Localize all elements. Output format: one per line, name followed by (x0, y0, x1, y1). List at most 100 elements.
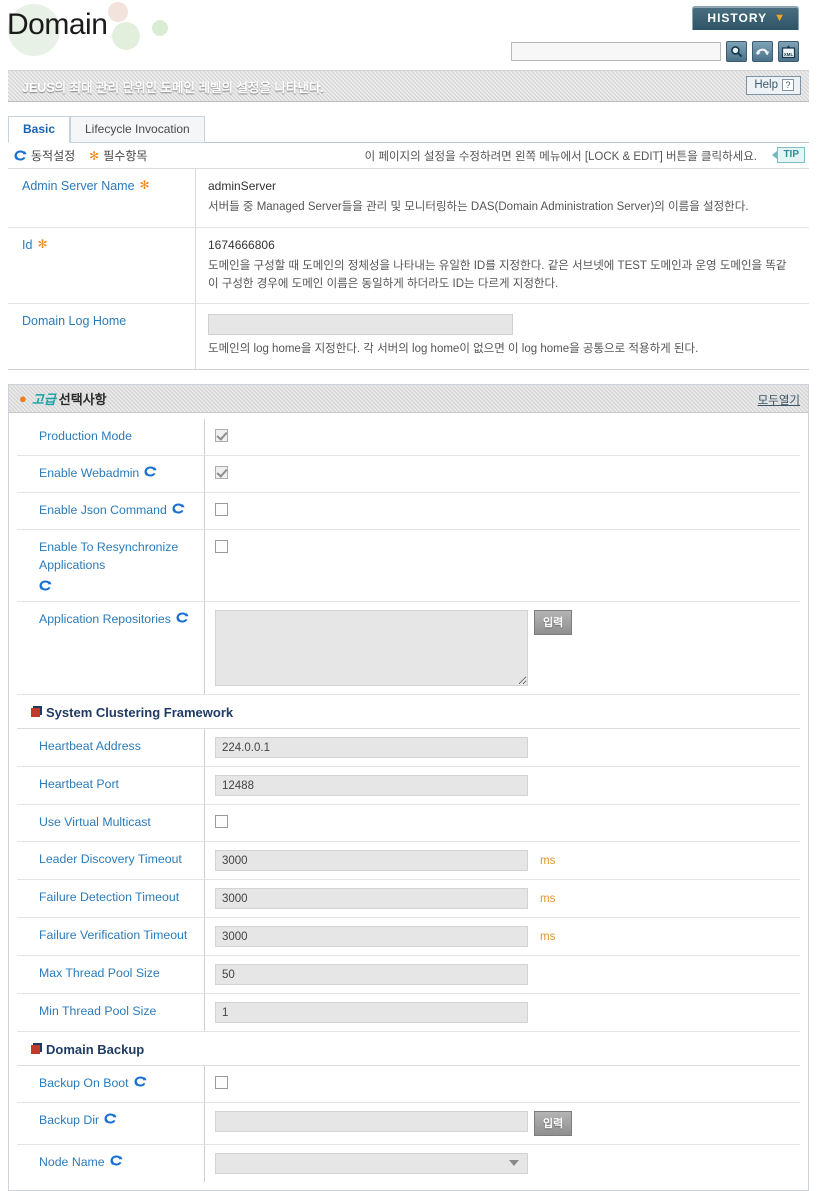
table-row: Id ✻ 1674666806 도메인을 구성할 때 도메인의 정체성을 나타내… (8, 227, 809, 305)
search-input[interactable] (511, 42, 721, 61)
tab-lifecycle-invocation-label: Lifecycle Invocation (85, 122, 190, 136)
field-control (205, 419, 800, 455)
field-row-failure-verification-timeout: Failure Verification Timeout ms (17, 918, 800, 957)
label-text: Backup Dir (39, 1113, 100, 1128)
field-row-enable-json-command: Enable Json Command (17, 492, 800, 530)
decorative-circle-small (152, 20, 168, 36)
field-label-domain-log-home: Domain Log Home (8, 304, 196, 370)
description-bar: JEUS의 최대 관리 단위인 도메인 레벨의 설정을 나타낸다. Help ? (8, 70, 809, 102)
dynamic-config-icon (110, 1154, 123, 1167)
help-label: Help (754, 79, 778, 91)
field-label-failure-verification-timeout: Failure Verification Timeout (17, 918, 205, 956)
field-value-admin-server-name: adminServer 서버들 중 Managed Server들을 관리 및 … (196, 169, 809, 227)
backup-dir-input-button[interactable]: 입력 (534, 1111, 573, 1137)
use-virtual-multicast-checkbox[interactable] (215, 815, 228, 829)
enable-to-resynchronize-applications-checkbox[interactable] (215, 539, 228, 553)
lightbulb-icon: ● (19, 391, 27, 407)
label-text: Backup On Boot (39, 1076, 129, 1091)
min-thread-pool-size-input[interactable] (215, 1002, 528, 1024)
help-button[interactable]: Help ? (746, 76, 801, 95)
application-repositories-textarea[interactable] (215, 610, 528, 687)
refresh-icon (755, 48, 770, 56)
leader-discovery-timeout-input[interactable] (215, 850, 528, 872)
max-thread-pool-size-input[interactable] (215, 964, 528, 986)
legend-required-label: 필수항목 (103, 149, 148, 163)
enable-webadmin-checkbox[interactable] (215, 466, 228, 480)
field-row-application-repositories: Application Repositories 입력 (17, 602, 800, 696)
table-row: Admin Server Name ✻ adminServer 서버들 중 Ma… (8, 169, 809, 228)
table-row: Domain Log Home 도메인의 log home을 지정한다. 각 서… (8, 304, 809, 370)
production-mode-checkbox[interactable] (215, 429, 228, 443)
required-asterisk-icon: ✻ (89, 148, 100, 163)
backup-dir-input[interactable] (215, 1111, 528, 1133)
required-asterisk-icon: ✻ (139, 178, 150, 192)
tab-lifecycle-invocation[interactable]: Lifecycle Invocation (70, 116, 205, 143)
field-label-backup-on-boot: Backup On Boot (17, 1066, 205, 1103)
label-text: Admin Server Name (22, 179, 135, 193)
page-title: Domain (7, 8, 108, 41)
field-label-backup-dir: Backup Dir (17, 1103, 205, 1145)
tip-badge[interactable]: TIP (772, 147, 805, 163)
field-label-id: Id ✻ (8, 227, 196, 304)
chevron-down-icon (509, 1160, 519, 1167)
section-title: System Clustering Framework (46, 705, 234, 721)
field-row-node-name: Node Name (17, 1145, 800, 1183)
label-text: Heartbeat Address (39, 739, 141, 754)
field-control (205, 729, 800, 766)
lock-edit-note: 이 페이지의 설정을 수정하려면 왼쪽 메뉴에서 [LOCK & EDIT] 버… (364, 151, 757, 163)
field-control (205, 493, 800, 529)
history-button[interactable]: HISTORY ▼ (692, 6, 799, 30)
field-label-enable-webadmin: Enable Webadmin (17, 456, 205, 492)
tab-basic[interactable]: Basic (8, 116, 71, 143)
advanced-options-header: ● 고급 선택사항 모두열기 (9, 385, 808, 414)
open-all-link[interactable]: 모두열기 (758, 392, 800, 408)
section-header-system-clustering-framework: System Clustering Framework (17, 695, 800, 730)
label-text: Id (22, 237, 33, 252)
dynamic-config-icon (133, 1075, 147, 1088)
field-label-heartbeat-port: Heartbeat Port (17, 767, 205, 805)
field-control (205, 530, 800, 602)
label-text: Domain Log Home (22, 314, 127, 329)
logo-area: Domain (0, 0, 330, 62)
description-text: JEUS의 최대 관리 단위인 도메인 레벨의 설정을 나타낸다. (22, 80, 324, 95)
node-name-select[interactable] (215, 1153, 528, 1175)
field-label-failure-detection-timeout: Failure Detection Timeout (17, 880, 205, 918)
label-text: Application Repositories (39, 612, 171, 627)
backup-on-boot-checkbox[interactable] (215, 1076, 228, 1090)
domain-log-home-input[interactable] (208, 314, 513, 336)
field-label-leader-discovery-timeout: Leader Discovery Timeout (17, 842, 205, 880)
search-button[interactable] (726, 41, 747, 62)
field-label-max-thread-pool-size: Max Thread Pool Size (17, 956, 205, 994)
enable-json-command-checkbox[interactable] (215, 502, 228, 516)
field-control (205, 994, 800, 1031)
tip-label: TIP (777, 147, 805, 163)
application-repositories-input-button[interactable]: 입력 (534, 610, 573, 636)
field-control (205, 1145, 800, 1182)
advanced-emphasis-label: 고급 (31, 392, 56, 408)
label-text: Max Thread Pool Size (39, 966, 160, 981)
question-mark-icon: ? (782, 79, 794, 91)
refresh-button[interactable] (752, 41, 773, 62)
field-value-domain-log-home: 도메인의 log home을 지정한다. 각 서버의 log home이 없으면… (196, 304, 809, 369)
heartbeat-address-input[interactable] (215, 737, 528, 759)
description-text: 도메인을 구성할 때 도메인의 정체성을 나타내는 유일한 ID를 지정한다. … (208, 259, 787, 290)
field-row-enable-to-resynchronize-applications: Enable To Resynchronize Applications (17, 529, 800, 603)
field-row-use-virtual-multicast: Use Virtual Multicast (17, 805, 800, 843)
dynamic-config-icon (172, 502, 185, 515)
field-row-backup-dir: Backup Dir 입력 (17, 1103, 800, 1146)
failure-verification-timeout-input[interactable] (215, 926, 528, 948)
section-marker-icon (31, 1045, 40, 1055)
page-header: Domain HISTORY ▼ XML (0, 0, 817, 70)
heartbeat-port-input[interactable] (215, 775, 528, 797)
label-text: Failure Detection Timeout (39, 890, 180, 905)
tab-bar: Basic Lifecycle Invocation (8, 116, 809, 143)
failure-detection-timeout-input[interactable] (215, 888, 528, 910)
dynamic-config-icon (144, 465, 157, 478)
advanced-options-body: Production Mode Enable Webadmin Enable J… (9, 413, 808, 1190)
field-control: ms (205, 880, 800, 917)
field-label-enable-to-resynchronize-applications: Enable To Resynchronize Applications (17, 529, 205, 602)
field-row-enable-webadmin: Enable Webadmin (17, 456, 800, 493)
field-control: ms (205, 842, 800, 879)
field-label-enable-json-command: Enable Json Command (17, 492, 205, 529)
xml-export-button[interactable]: XML (778, 41, 799, 62)
